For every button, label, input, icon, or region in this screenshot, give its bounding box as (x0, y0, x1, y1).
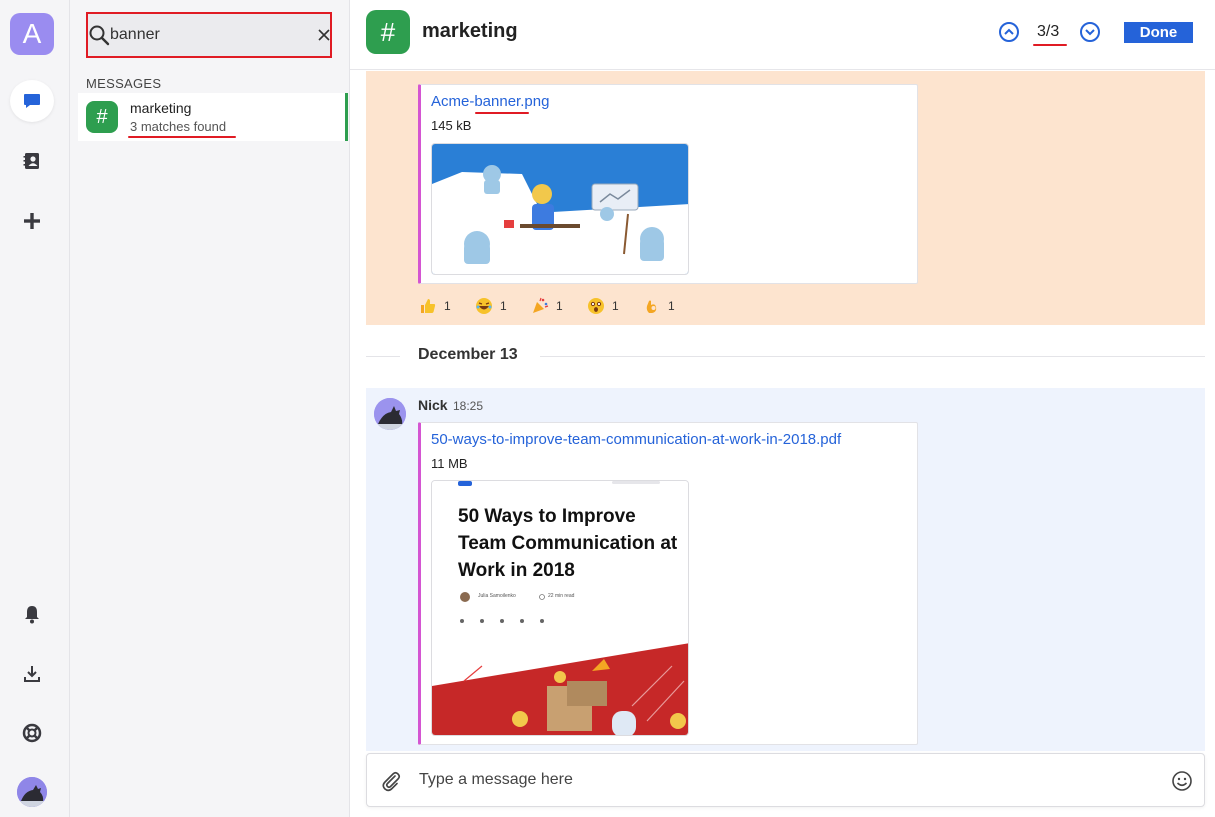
message-time: 18:25 (453, 399, 484, 413)
section-label: MESSAGES (86, 76, 162, 91)
app-window: A banner MESSAGES # marketing 3 matches … (0, 0, 1215, 817)
pdf-preview-author: Julia Samoilenko (478, 593, 516, 599)
bell-icon (25, 606, 39, 624)
reaction-count: 1 (500, 299, 507, 313)
message-feed: Acme-banner.png 145 kB 1 1 1 1 1 Decembe… (350, 71, 1215, 751)
done-button[interactable]: Done (1124, 22, 1193, 43)
message-author[interactable]: Nick (418, 397, 448, 413)
banner-illustration (432, 144, 688, 274)
reaction-count: 1 (668, 299, 675, 313)
reaction-count: 1 (556, 299, 563, 313)
workspace-avatar[interactable]: A (10, 13, 54, 55)
file-size: 11 MB (431, 456, 468, 471)
chat-header: # marketing 3/3 Done (350, 0, 1215, 70)
smiley-icon (1172, 771, 1192, 791)
laughing-icon (474, 297, 494, 315)
match-counter: 3/3 (1037, 23, 1060, 40)
reaction-laughing[interactable]: 1 (474, 297, 530, 315)
result-channel-name: marketing (130, 100, 192, 116)
file-attachment-card: Acme-banner.png 145 kB (418, 84, 918, 284)
previous-match-button[interactable] (998, 21, 1020, 48)
search-box (86, 12, 332, 58)
contacts-button[interactable] (10, 140, 54, 182)
cat-avatar-icon (17, 777, 47, 807)
counter-underline (1033, 44, 1067, 46)
search-panel: MESSAGES # marketing 3 matches found (70, 0, 350, 817)
pdf-preview[interactable]: 50 Ways to Improve Team Communication at… (431, 480, 689, 736)
message-item: Nick 18:25 50-ways-to-improve-team-commu… (366, 388, 1205, 751)
notifications-button[interactable] (10, 593, 54, 635)
chevron-up-circle-icon (999, 22, 1019, 42)
date-separator: December 13 (366, 343, 1205, 369)
message-input[interactable] (419, 768, 1139, 792)
file-attachment-card: 50-ways-to-improve-team-communication-at… (418, 422, 918, 745)
filename-match-underline (475, 112, 529, 114)
channel-hash-icon: # (86, 101, 118, 133)
ok-hand-icon (642, 297, 662, 315)
pdf-preview-read-time: 22 min read (548, 593, 575, 599)
astonished-icon (586, 297, 606, 315)
file-name-match: banner (474, 93, 521, 110)
date-separator-label: December 13 (418, 346, 518, 363)
chats-button[interactable] (10, 80, 54, 122)
search-icon (88, 24, 110, 46)
emoji-button[interactable] (1171, 770, 1193, 797)
help-button[interactable] (10, 712, 54, 754)
reactions-bar: 1 1 1 1 1 (418, 297, 698, 315)
chevron-down-circle-icon (1080, 22, 1100, 42)
lifebuoy-icon (22, 723, 42, 743)
chat-main: # marketing 3/3 Done Acme-banner.png 145… (350, 0, 1215, 817)
left-rail: A (0, 0, 70, 817)
cat-avatar-icon (374, 398, 406, 430)
result-match-count: 3 matches found (130, 119, 227, 134)
author-avatar[interactable] (374, 398, 406, 430)
reaction-party-popper[interactable]: 1 (530, 297, 586, 315)
downloads-button[interactable] (10, 653, 54, 695)
attach-button[interactable] (380, 770, 402, 797)
channel-hash-icon: # (366, 10, 410, 54)
file-link[interactable]: 50-ways-to-improve-team-communication-at… (431, 431, 841, 448)
party-popper-icon (530, 297, 550, 315)
close-icon (317, 29, 330, 41)
match-underline (128, 136, 236, 138)
paperclip-icon (382, 771, 401, 792)
file-name-suffix: .png (520, 93, 550, 110)
reaction-astonished[interactable]: 1 (586, 297, 642, 315)
download-icon (24, 666, 40, 682)
reaction-count: 1 (612, 299, 619, 313)
channel-title: marketing (422, 20, 518, 42)
contacts-book-icon (23, 153, 39, 169)
image-preview[interactable] (431, 143, 689, 275)
pdf-preview-title: 50 Ways to Improve Team Communication at… (458, 506, 678, 581)
reaction-ok-hand[interactable]: 1 (642, 297, 698, 315)
file-link[interactable]: Acme-banner.png (431, 93, 549, 110)
search-result-item[interactable]: # marketing 3 matches found (78, 93, 348, 141)
highlighted-message: Acme-banner.png 145 kB 1 1 1 1 1 (366, 71, 1205, 325)
chat-bubble-icon (24, 94, 40, 108)
reaction-thumbs-up[interactable]: 1 (418, 297, 474, 315)
clear-search-button[interactable] (317, 29, 330, 41)
user-avatar[interactable] (17, 777, 47, 807)
next-match-button[interactable] (1079, 21, 1101, 48)
file-name-prefix: Acme- (431, 93, 475, 110)
add-button[interactable] (10, 200, 54, 242)
plus-icon (24, 213, 40, 229)
thumbs-up-icon (418, 297, 438, 315)
file-size: 145 kB (431, 118, 472, 133)
reaction-count: 1 (444, 299, 451, 313)
search-input[interactable] (110, 26, 317, 44)
message-composer (366, 753, 1205, 807)
